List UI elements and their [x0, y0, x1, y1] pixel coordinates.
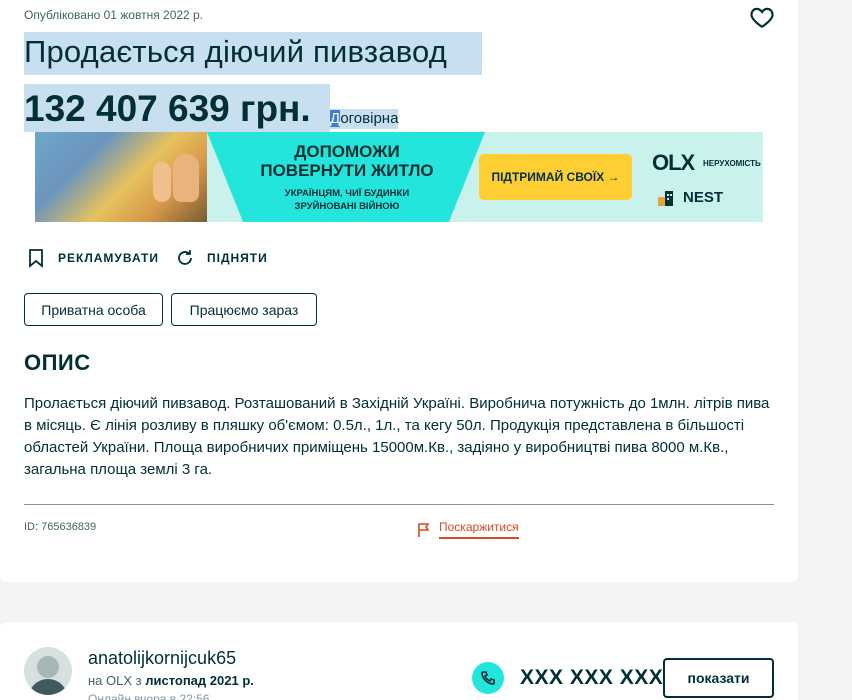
tag-private-person[interactable]: Приватна особа: [24, 293, 163, 326]
banner-hand-shape: [153, 162, 171, 202]
bookmark-icon: [29, 249, 43, 268]
promote-button[interactable]: РЕКЛАМУВАТИ: [26, 248, 159, 268]
banner-hand-shape: [173, 154, 199, 202]
text-cursor: Д: [330, 110, 341, 127]
banner-headline-line-2: ПОВЕРНУТИ ЖИТЛО: [260, 161, 434, 180]
banner-headline-line-1: ДОПОМОЖИ: [294, 142, 400, 161]
olx-logo: OLX: [652, 150, 695, 175]
raise-button[interactable]: ПІДНЯТИ: [175, 248, 268, 268]
phone-number: XXX XXX XXX: [520, 666, 664, 689]
ad-card: Опубліковано 01 жовтня 2022 р. Продаєтьс…: [0, 0, 798, 582]
description-text: Пролається діючий пивзавод. Розташований…: [24, 395, 770, 478]
refresh-icon: [178, 250, 192, 265]
heart-icon[interactable]: [749, 4, 775, 30]
seller-since-date: листопад 2021 р.: [145, 673, 254, 688]
description-title: ОПИС: [24, 350, 91, 375]
banner-cta-button[interactable]: ПІДТРИМАЙ СВОЇХ →: [479, 154, 632, 200]
report-link[interactable]: Поскаржитися: [417, 520, 519, 539]
seller-online-status: Онлайн вчора в 22:56: [88, 692, 210, 700]
phone-glyph: [481, 671, 495, 685]
ad-title: Продається діючий пивзавод: [24, 34, 448, 69]
seller-name[interactable]: anatolijkornijcuk65: [88, 648, 236, 669]
avatar-head: [37, 656, 59, 678]
promo-banner[interactable]: ДОПОМОЖИ ПОВЕРНУТИ ЖИТЛО УКРАЇНЦЯМ, ЧИЇ …: [35, 132, 763, 222]
posted-date: Опубліковано 01 жовтня 2022 р.: [24, 8, 204, 22]
nest-logo: NEST: [683, 189, 724, 206]
phone-icon[interactable]: [472, 662, 504, 694]
divider: [24, 504, 774, 505]
banner-subline: УКРАЇНЦЯМ, ЧИЇ БУДИНКИ ЗРУЙНОВАНІ ВІЙНОЮ: [257, 187, 437, 213]
seller-since-prefix: на OLX з: [88, 673, 146, 688]
banner-subline-1: УКРАЇНЦЯМ, ЧИЇ БУДИНКИ: [284, 188, 410, 199]
banner-subline-2: ЗРУЙНОВАНІ ВІЙНОЮ: [294, 201, 400, 212]
flag-icon: [418, 522, 430, 537]
report-label: Поскаржитися: [439, 520, 519, 539]
seller-since: на OLX з листопад 2021 р.: [88, 673, 254, 688]
banner-photo: [35, 132, 207, 222]
tag-working-now[interactable]: Працюємо зараз: [171, 293, 317, 326]
negotiable-label: Договірна: [330, 109, 399, 129]
avatar-icon: [24, 647, 72, 695]
avatar-body: [28, 679, 68, 695]
show-phone-button[interactable]: показати: [663, 658, 774, 698]
banner-headline: ДОПОМОЖИ ПОВЕРНУТИ ЖИТЛО: [257, 142, 437, 180]
olx-logo-sub: НЕРУХОМІСТЬ: [703, 159, 761, 168]
ad-id: ID: 765636839: [24, 521, 97, 533]
nest-logo-icon: [658, 191, 673, 206]
ad-price: 132 407 639 грн.: [24, 88, 311, 129]
raise-label: ПІДНЯТИ: [207, 251, 268, 265]
negotiable-text: оговірна: [340, 110, 399, 127]
promote-label: РЕКЛАМУВАТИ: [58, 251, 159, 265]
